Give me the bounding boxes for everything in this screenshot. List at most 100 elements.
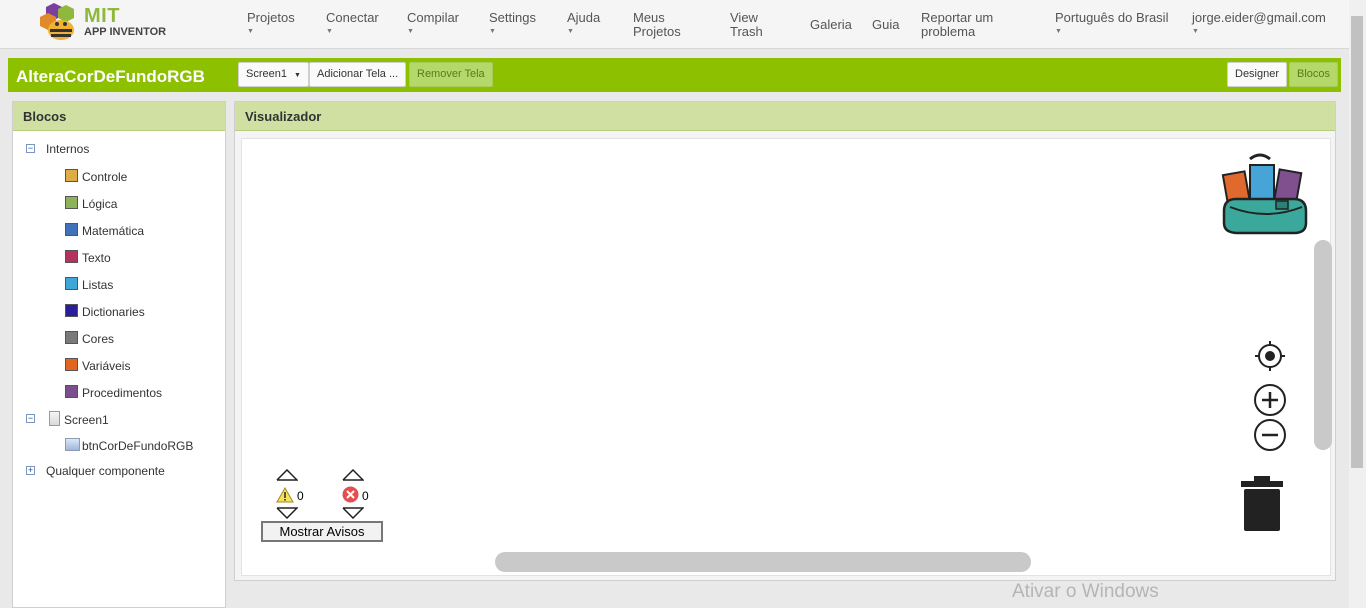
drawer-dictionaries[interactable]: Dictionaries xyxy=(65,304,145,319)
warnings-count: 0 xyxy=(297,489,304,503)
tree-btn-cor-de-fundo[interactable]: btnCorDeFundoRGB xyxy=(65,438,193,453)
controle-color-icon xyxy=(65,169,78,182)
nav-compilar[interactable]: Compilar ▼ xyxy=(407,11,459,36)
drawer-label: Dictionaries xyxy=(82,305,145,319)
nav-guia[interactable]: Guia xyxy=(872,18,899,32)
tree-label: Screen1 xyxy=(64,413,109,427)
drawer-procedimentos[interactable]: Procedimentos xyxy=(65,385,162,400)
drawer-label: Listas xyxy=(82,278,114,292)
caret-down-icon: ▼ xyxy=(247,28,254,35)
show-warnings-button[interactable]: Mostrar Avisos xyxy=(261,521,383,542)
nav-label: Compilar xyxy=(407,10,460,25)
chevron-up-icon[interactable] xyxy=(276,469,298,481)
chevron-up-icon[interactable] xyxy=(342,469,364,481)
project-name: AlteraCorDeFundoRGB xyxy=(16,67,205,86)
add-screen-button[interactable]: Adicionar Tela ... xyxy=(309,62,407,87)
drawer-variaveis[interactable]: Variáveis xyxy=(65,358,130,373)
variaveis-color-icon xyxy=(65,358,78,371)
recenter-icon[interactable] xyxy=(1254,340,1286,372)
nav-reportar-problema[interactable]: Reportar um problema xyxy=(921,11,993,39)
caret-down-icon: ▼ xyxy=(1055,28,1062,35)
texto-color-icon xyxy=(65,250,78,263)
tree-screen1[interactable]: Screen1 xyxy=(49,411,109,427)
logo-mit-text: MIT xyxy=(84,5,120,27)
procedimentos-color-icon xyxy=(65,385,78,398)
nav-meus-projetos[interactable]: Meus Projetos xyxy=(633,11,681,39)
caret-down-icon: ▼ xyxy=(407,28,414,35)
matematica-color-icon xyxy=(65,223,78,236)
errors-count: 0 xyxy=(362,489,369,503)
page-scrollbar-thumb[interactable] xyxy=(1351,16,1363,468)
blocks-panel-title: Blocos xyxy=(13,102,225,131)
nav-label: jorge.eider@gmail.com xyxy=(1192,10,1326,25)
app-logo[interactable]: MIT APP INVENTOR xyxy=(36,3,166,43)
tree-label: btnCorDeFundoRGB xyxy=(82,439,194,453)
collapse-icon[interactable]: − xyxy=(26,144,35,153)
zoom-in-icon[interactable] xyxy=(1253,383,1287,417)
expand-icon[interactable]: + xyxy=(26,466,35,475)
button-component-icon xyxy=(65,438,80,451)
blocks-workspace[interactable]: 0 0 Mostrar Avisos xyxy=(241,138,1332,576)
workspace-horizontal-scrollbar[interactable] xyxy=(495,552,1031,572)
dictionaries-color-icon xyxy=(65,304,78,317)
nav-label: Projetos xyxy=(247,10,295,25)
workspace-vertical-scrollbar[interactable] xyxy=(1314,240,1332,450)
nav-galeria[interactable]: Galeria xyxy=(810,18,852,32)
screen-select-button[interactable]: Screen1 ▼ xyxy=(238,62,309,87)
chevron-down-icon[interactable] xyxy=(342,507,364,519)
nav-settings[interactable]: Settings ▼ xyxy=(489,11,536,36)
nav-ajuda[interactable]: Ajuda ▼ xyxy=(567,11,600,36)
error-icon xyxy=(342,486,359,503)
nav-projetos[interactable]: Projetos ▼ xyxy=(247,11,295,36)
caret-down-icon: ▼ xyxy=(567,28,574,35)
caret-down-icon: ▼ xyxy=(326,28,333,35)
trash-icon[interactable] xyxy=(1240,475,1284,533)
drawer-logica[interactable]: Lógica xyxy=(65,196,117,211)
caret-down-icon: ▼ xyxy=(489,28,496,35)
listas-color-icon xyxy=(65,277,78,290)
caret-down-icon: ▼ xyxy=(294,72,301,79)
screen-select-label: Screen1 xyxy=(246,68,287,80)
drawer-cores[interactable]: Cores xyxy=(65,331,114,346)
nav-label: Conectar xyxy=(326,10,379,25)
drawer-label: Controle xyxy=(82,170,128,184)
caret-down-icon: ▼ xyxy=(1192,28,1199,35)
drawer-texto[interactable]: Texto xyxy=(65,250,111,265)
logo-subtitle: APP INVENTOR xyxy=(84,26,167,38)
top-navbar: MIT APP INVENTOR Projetos ▼ Conectar ▼ C… xyxy=(0,0,1349,49)
drawer-label: Variáveis xyxy=(82,359,131,373)
logica-color-icon xyxy=(65,196,78,209)
drawer-controle[interactable]: Controle xyxy=(65,169,127,184)
viewer-panel: Visualizador 0 0 Mostrar Avisos xyxy=(234,101,1336,581)
drawer-label: Texto xyxy=(82,251,111,265)
nav-label: Ajuda xyxy=(567,10,601,25)
warning-icon xyxy=(276,487,294,503)
zoom-out-icon[interactable] xyxy=(1253,418,1287,452)
tree-any-component[interactable]: Qualquer componente xyxy=(46,464,165,478)
chevron-down-icon[interactable] xyxy=(276,507,298,519)
nav-conectar[interactable]: Conectar ▼ xyxy=(326,11,379,36)
cores-color-icon xyxy=(65,331,78,344)
drawer-matematica[interactable]: Matemática xyxy=(65,223,144,238)
nav-account[interactable]: jorge.eider@gmail.com ▼ xyxy=(1192,11,1326,36)
windows-activation-watermark: Ativar o Windows xyxy=(1012,581,1159,602)
nav-label: Português do Brasil xyxy=(1055,10,1169,25)
tree-builtin[interactable]: Internos xyxy=(46,142,89,156)
remove-screen-button[interactable]: Remover Tela xyxy=(409,62,493,87)
viewer-panel-title: Visualizador xyxy=(235,102,1335,131)
nav-label: Settings xyxy=(489,10,536,25)
collapse-icon[interactable]: − xyxy=(26,414,35,423)
page-vertical-scrollbar[interactable] xyxy=(1349,0,1366,608)
designer-button[interactable]: Designer xyxy=(1227,62,1288,87)
drawer-listas[interactable]: Listas xyxy=(65,277,113,292)
drawer-label: Procedimentos xyxy=(82,386,163,400)
nav-language[interactable]: Português do Brasil ▼ xyxy=(1055,11,1168,36)
screen-icon xyxy=(49,411,60,426)
drawer-label: Matemática xyxy=(82,224,145,238)
drawer-label: Cores xyxy=(82,332,115,346)
blocks-panel: Blocos − Internos Controle Lógica Matemá… xyxy=(12,101,226,608)
backpack-icon[interactable] xyxy=(1220,151,1312,237)
nav-view-trash[interactable]: View Trash xyxy=(730,11,763,39)
project-toolbar: AlteraCorDeFundoRGB Screen1 ▼ Adicionar … xyxy=(8,58,1341,92)
blocks-button[interactable]: Blocos xyxy=(1289,62,1339,87)
